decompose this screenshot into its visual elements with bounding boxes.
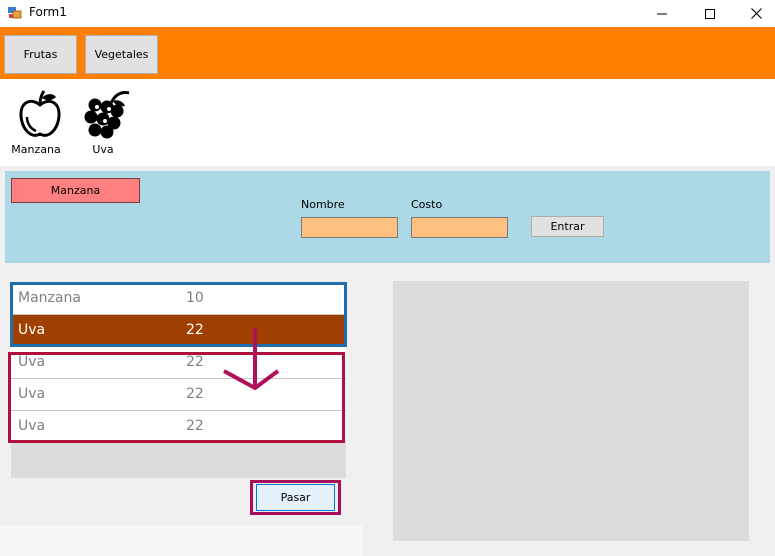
entrar-button[interactable]: Entrar [531, 216, 604, 237]
selected-item-label: Manzana [11, 178, 140, 203]
items-panel: Manzana Uva [0, 79, 775, 166]
category-toolbar: Frutas Vegetales [0, 27, 775, 79]
bottom-strip [0, 525, 362, 556]
title-bar[interactable]: Form1 [0, 0, 775, 27]
item-label: Manzana [11, 143, 61, 156]
vegetales-button[interactable]: Vegetales [85, 35, 158, 74]
window-title: Form1 [29, 5, 67, 19]
highlight-frame-pasar [250, 480, 341, 515]
app-icon [8, 6, 22, 20]
nombre-input[interactable] [301, 217, 398, 238]
item-label: Uva [92, 143, 114, 156]
item-uva[interactable]: Uva [75, 79, 131, 166]
highlight-frame-red [8, 352, 345, 443]
costo-label: Costo [411, 198, 443, 211]
down-arrow-icon [216, 326, 282, 397]
grapes-icon [84, 91, 130, 139]
costo-input[interactable] [411, 217, 508, 238]
highlight-frame-blue [10, 282, 347, 347]
item-manzana[interactable]: Manzana [8, 79, 64, 166]
maximize-button[interactable] [687, 0, 733, 27]
apple-icon [19, 90, 61, 137]
close-button[interactable] [733, 0, 775, 27]
frutas-button[interactable]: Frutas [4, 35, 77, 74]
nombre-label: Nombre [301, 198, 345, 211]
input-panel: Manzana Nombre Costo Entrar [5, 171, 770, 263]
detail-panel [393, 281, 749, 541]
minimize-button[interactable] [639, 0, 685, 27]
